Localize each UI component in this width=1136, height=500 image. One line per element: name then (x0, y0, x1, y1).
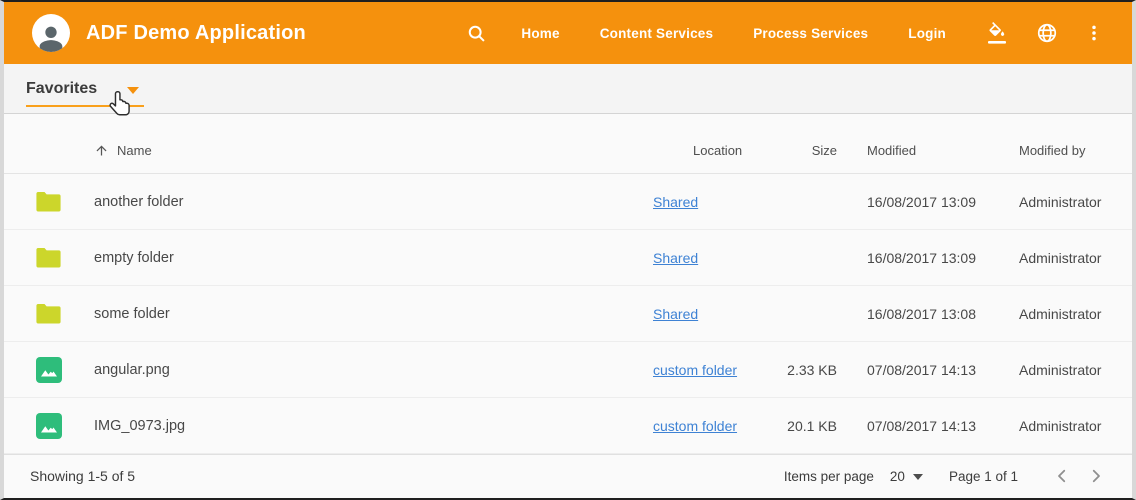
location-cell: Shared (633, 250, 767, 266)
file-type-icon-cell (24, 191, 74, 212)
folder-icon (36, 191, 61, 212)
location-link[interactable]: Shared (653, 194, 698, 210)
file-name[interactable]: some folder (74, 306, 633, 322)
header-right: Home Content Services Process Services L… (466, 21, 1106, 45)
file-type-icon-cell (24, 413, 74, 439)
table-row[interactable]: empty folder Shared 16/08/2017 13:09Admini… (4, 230, 1132, 286)
app-header: ADF Demo Application Home Content Servic… (4, 2, 1132, 64)
table-row[interactable]: another folder Shared 16/08/2017 13:09Admi… (4, 174, 1132, 230)
nav-login[interactable]: Login (908, 26, 946, 41)
nav-home[interactable]: Home (521, 26, 559, 41)
table-row[interactable]: some folder Shared 16/08/2017 13:08Adminis… (4, 286, 1132, 342)
image-file-icon (36, 413, 62, 439)
previous-page-button[interactable] (1048, 462, 1076, 490)
items-per-page-value: 20 (890, 469, 905, 484)
location-link[interactable]: Shared (653, 250, 698, 266)
more-vert-icon[interactable] (1084, 22, 1104, 44)
pagination-footer: Showing 1-5 of 5 Items per page 20 Page … (4, 454, 1132, 497)
file-size: 2.33 KB (767, 362, 837, 378)
file-name[interactable]: another folder (74, 194, 633, 210)
image-file-icon (36, 357, 62, 383)
modified-by: Administrator (1002, 250, 1132, 266)
nav-process-services[interactable]: Process Services (753, 26, 868, 41)
file-name[interactable]: angular.png (74, 362, 633, 378)
column-header-name[interactable]: Name (74, 143, 633, 158)
location-link[interactable]: custom folder (653, 362, 737, 378)
sort-ascending-icon (94, 143, 109, 158)
location-cell: Shared (633, 306, 767, 322)
location-cell: custom folder (633, 418, 767, 434)
table-body: another folderShared16/08/2017 13:09Admi… (4, 174, 1132, 454)
location-link[interactable]: custom folder (653, 418, 737, 434)
modified-date: 16/08/2017 13:09 (837, 194, 1002, 210)
chevron-down-icon (127, 87, 139, 94)
items-per-page-select[interactable]: 20 (890, 469, 923, 484)
file-name[interactable]: empty folder (74, 250, 633, 266)
folder-icon (36, 303, 61, 324)
location-link[interactable]: Shared (653, 306, 698, 322)
pagination-controls: Items per page 20 Page 1 of 1 (784, 462, 1110, 490)
modified-by: Administrator (1002, 306, 1132, 322)
app-title: ADF Demo Application (86, 22, 306, 45)
modified-date: 16/08/2017 13:09 (837, 250, 1002, 266)
file-name[interactable]: IMG_0973.jpg (74, 418, 633, 434)
table-row[interactable]: angular.png custom folder 2.33 KB07/08/201… (4, 342, 1132, 398)
modified-date: 07/08/2017 14:13 (837, 418, 1002, 434)
color-fill-icon[interactable] (986, 21, 1010, 45)
chevron-left-icon (1053, 467, 1071, 485)
chevron-right-icon (1087, 467, 1105, 485)
folder-icon (36, 247, 61, 268)
document-list: Name Location Size Modified Modified by … (4, 114, 1132, 454)
chevron-down-icon (913, 474, 923, 480)
globe-icon[interactable] (1036, 22, 1058, 44)
column-header-modified[interactable]: Modified (837, 143, 1002, 158)
modified-by: Administrator (1002, 362, 1132, 378)
modified-by: Administrator (1002, 194, 1132, 210)
range-label: Showing 1-5 of 5 (30, 468, 135, 484)
table-header-row: Name Location Size Modified Modified by (4, 128, 1132, 174)
avatar[interactable] (32, 14, 70, 52)
file-type-icon-cell (24, 357, 74, 383)
toolbar: Favorites (4, 64, 1132, 114)
file-size: 20.1 KB (767, 418, 837, 434)
page-label: Page 1 of 1 (949, 469, 1018, 484)
next-page-button[interactable] (1082, 462, 1110, 490)
location-cell: Shared (633, 194, 767, 210)
search-icon[interactable] (466, 23, 487, 44)
column-header-size[interactable]: Size (767, 143, 837, 158)
items-per-page-label: Items per page (784, 469, 874, 484)
nav-content-services[interactable]: Content Services (600, 26, 714, 41)
file-type-icon-cell (24, 303, 74, 324)
table-row[interactable]: IMG_0973.jpg custom folder 20.1 KB07/08/20… (4, 398, 1132, 454)
location-cell: custom folder (633, 362, 767, 378)
modified-by: Administrator (1002, 418, 1132, 434)
column-header-location[interactable]: Location (633, 143, 767, 158)
person-icon (34, 21, 68, 52)
favorites-dropdown[interactable]: Favorites (26, 80, 144, 107)
favorites-label: Favorites (26, 80, 97, 98)
modified-date: 16/08/2017 13:08 (837, 306, 1002, 322)
column-header-modified-by[interactable]: Modified by (1002, 143, 1132, 158)
modified-date: 07/08/2017 14:13 (837, 362, 1002, 378)
app-window: ADF Demo Application Home Content Servic… (0, 0, 1136, 500)
file-type-icon-cell (24, 247, 74, 268)
